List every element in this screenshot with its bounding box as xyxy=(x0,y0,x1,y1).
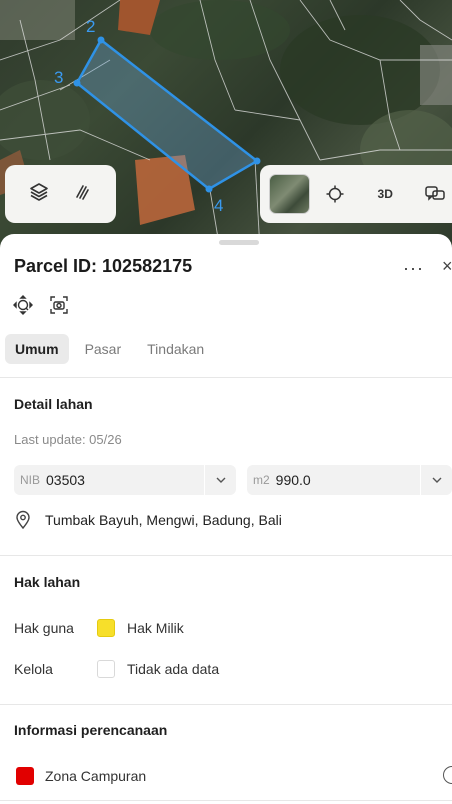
nib-field[interactable]: NIB 03503 xyxy=(14,465,236,495)
location-row: Tumbak Bayuh, Mengwi, Badung, Bali xyxy=(14,510,282,530)
hak-guna-swatch xyxy=(97,619,115,637)
tab-tindakan[interactable]: Tindakan xyxy=(137,334,214,364)
parcel-vertex[interactable] xyxy=(73,79,81,87)
nib-prefix: NIB xyxy=(20,473,41,487)
sheet-drag-handle[interactable] xyxy=(219,240,259,245)
parcel-vertex[interactable] xyxy=(97,36,105,44)
location-pin-icon xyxy=(14,510,32,530)
parcel-tools xyxy=(12,294,70,316)
map-tools-panel xyxy=(5,165,116,223)
parcel-detail-sheet: Parcel ID: 102582175 ··· × Umum Pasar Ti… xyxy=(0,234,452,804)
area-prefix: m2 xyxy=(253,473,270,487)
map-view[interactable]: 2 3 4 3D xyxy=(0,0,452,250)
kelola-value: Tidak ada data xyxy=(127,661,220,677)
zoom-to-parcel-icon[interactable] xyxy=(12,294,34,316)
divider xyxy=(0,377,452,378)
rights-section-title: Hak lahan xyxy=(14,574,81,590)
divider xyxy=(0,704,452,705)
divider xyxy=(0,555,452,556)
info-icon[interactable] xyxy=(443,766,452,784)
planning-section-title: Informasi perencanaan xyxy=(14,722,168,738)
parcel-vertex[interactable] xyxy=(205,185,213,193)
kelola-swatch xyxy=(97,660,115,678)
kelola-label: Kelola xyxy=(14,661,53,677)
more-options-button[interactable]: ··· xyxy=(403,258,424,279)
detail-section-title: Detail lahan xyxy=(14,396,93,412)
parcel-title: Parcel ID: 102582175 xyxy=(14,256,193,276)
area-field[interactable]: m2 990.0 xyxy=(247,465,452,495)
vertex-label-2: 2 xyxy=(86,17,96,36)
toggle-3d-button[interactable]: 3D xyxy=(360,187,411,201)
hak-guna-label: Hak guna xyxy=(14,620,74,636)
draw-icon[interactable] xyxy=(72,182,92,207)
vertex-label-3: 3 xyxy=(54,68,64,87)
chat-icon[interactable] xyxy=(411,184,452,204)
zone-label: Zona Campuran xyxy=(45,768,147,784)
crosshair-icon[interactable] xyxy=(310,184,359,204)
location-text: Tumbak Bayuh, Mengwi, Badung, Bali xyxy=(45,512,282,528)
last-update-text: Last update: 05/26 xyxy=(14,432,122,447)
divider xyxy=(0,800,452,801)
tab-umum[interactable]: Umum xyxy=(5,334,69,364)
map-view-panel: 3D xyxy=(260,165,452,223)
layers-icon[interactable] xyxy=(29,182,49,207)
detail-tabs: Umum Pasar Tindakan xyxy=(5,334,220,364)
nib-value: 03503 xyxy=(46,472,85,488)
parcel-vertex[interactable] xyxy=(253,157,261,165)
hak-guna-value: Hak Milik xyxy=(127,620,184,636)
chevron-down-icon[interactable] xyxy=(204,465,236,495)
tab-pasar[interactable]: Pasar xyxy=(75,334,132,364)
area-value: 990.0 xyxy=(275,472,311,488)
camera-icon[interactable] xyxy=(48,294,70,316)
basemap-thumbnail[interactable] xyxy=(269,174,311,214)
zone-swatch xyxy=(16,767,34,785)
vertex-label-4: 4 xyxy=(214,196,224,215)
close-button[interactable]: × xyxy=(442,256,452,277)
chevron-down-icon[interactable] xyxy=(420,465,452,495)
